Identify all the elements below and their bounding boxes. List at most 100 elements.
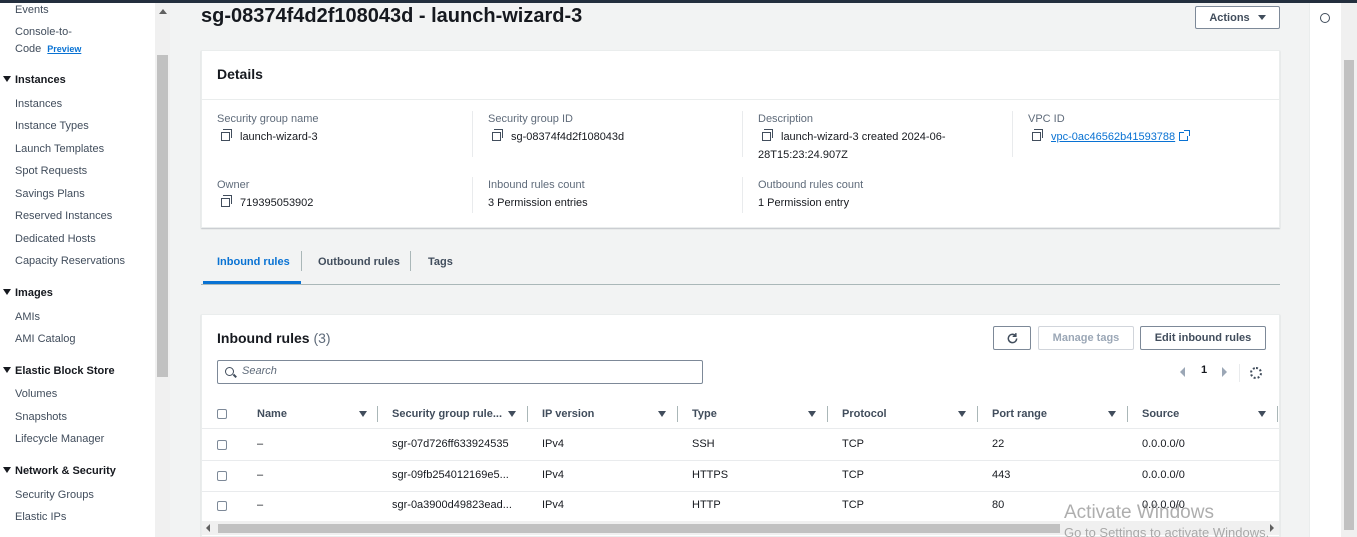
details-title: Details <box>217 66 263 82</box>
column-separator <box>1012 111 1013 157</box>
sg-id-value: sg-08374f4d2f108043d <box>492 129 624 143</box>
settings-gear-icon[interactable] <box>1250 367 1262 379</box>
copy-icon[interactable] <box>221 129 232 141</box>
sidebar-item-savings-plans[interactable]: Savings Plans <box>15 188 85 200</box>
table-header: Name Security group rule... IP version T… <box>202 399 1279 429</box>
sort-caret-down-icon[interactable] <box>958 411 966 417</box>
column-resizer[interactable] <box>1127 406 1128 422</box>
select-all-checkbox[interactable] <box>217 409 227 419</box>
column-separator <box>472 111 473 157</box>
sidebar-nav: Events Console-to- Code Preview Instances… <box>0 3 170 537</box>
column-header-protocol[interactable]: Protocol <box>842 408 887 420</box>
sidebar-item-lifecycle-manager[interactable]: Lifecycle Manager <box>15 433 104 445</box>
sidebar-item-label: Code <box>15 43 42 55</box>
copy-icon[interactable] <box>221 195 232 207</box>
sidebar-item-spot-requests[interactable]: Spot Requests <box>15 165 87 177</box>
sidebar-section-network-security[interactable]: Network & Security <box>3 465 116 477</box>
sort-caret-down-icon[interactable] <box>1258 411 1266 417</box>
column-resizer[interactable] <box>527 406 528 422</box>
sidebar-item-events[interactable]: Events <box>15 4 49 16</box>
sidebar-scrollbar[interactable] <box>155 3 170 537</box>
scroll-up-icon[interactable] <box>159 9 167 14</box>
tab-tags[interactable]: Tags <box>428 256 453 268</box>
sidebar-scroll-thumb[interactable] <box>157 55 168 377</box>
sidebar-item-instances[interactable]: Instances <box>15 98 62 110</box>
cell-protocol: TCP <box>842 438 864 450</box>
sidebar-item-dedicated-hosts[interactable]: Dedicated Hosts <box>15 233 96 245</box>
copy-icon[interactable] <box>1032 129 1043 141</box>
edit-inbound-rules-button[interactable]: Edit inbound rules <box>1140 326 1266 350</box>
sidebar-section-images[interactable]: Images <box>3 287 53 299</box>
sidebar-item-ami-catalog[interactable]: AMI Catalog <box>15 333 76 345</box>
copy-icon[interactable] <box>492 129 503 141</box>
column-separator <box>472 177 473 213</box>
owner-text: 719395053902 <box>240 197 314 209</box>
sidebar-item-volumes[interactable]: Volumes <box>15 388 57 400</box>
column-header-ip-version[interactable]: IP version <box>542 408 594 420</box>
sidebar-item-elastic-ips[interactable]: Elastic IPs <box>15 511 66 523</box>
search-input[interactable]: Search <box>217 360 703 384</box>
caret-down-icon <box>1257 15 1266 20</box>
page-scroll-thumb[interactable] <box>1344 60 1354 530</box>
page-number[interactable]: 1 <box>1201 364 1207 376</box>
column-resizer[interactable] <box>1277 406 1278 422</box>
sidebar-item-snapshots[interactable]: Snapshots <box>15 411 67 423</box>
sort-caret-down-icon[interactable] <box>658 411 666 417</box>
column-resizer[interactable] <box>677 406 678 422</box>
row-checkbox[interactable] <box>217 471 227 481</box>
search-icon <box>225 367 234 376</box>
previous-page-icon[interactable] <box>1180 367 1185 377</box>
sidebar-item-launch-templates[interactable]: Launch Templates <box>15 143 104 155</box>
tab-outbound-rules[interactable]: Outbound rules <box>318 256 400 268</box>
main-content: sg-08374f4d2f108043d - launch-wizard-3 A… <box>172 3 1309 537</box>
info-panel-icon[interactable] <box>1320 13 1330 23</box>
column-resizer[interactable] <box>977 406 978 422</box>
sidebar-item-security-groups[interactable]: Security Groups <box>15 489 94 501</box>
actions-button[interactable]: Actions <box>1195 6 1280 29</box>
manage-tags-button[interactable]: Manage tags <box>1038 326 1134 350</box>
page-scrollbar[interactable] <box>1341 3 1357 537</box>
sort-caret-down-icon[interactable] <box>808 411 816 417</box>
column-header-type[interactable]: Type <box>692 408 717 420</box>
sidebar-item-amis[interactable]: AMIs <box>15 311 40 323</box>
sidebar-section-instances[interactable]: Instances <box>3 74 66 86</box>
column-resizer[interactable] <box>377 406 378 422</box>
vpc-id-link[interactable]: vpc-0ac46562b41593788 <box>1051 131 1175 143</box>
sort-caret-down-icon[interactable] <box>508 411 516 417</box>
sidebar-item-reserved-instances[interactable]: Reserved Instances <box>15 210 112 222</box>
sidebar-section-label: Instances <box>15 74 66 86</box>
sidebar-section-label: Elastic Block Store <box>15 365 115 377</box>
vpc-id-value: vpc-0ac46562b41593788 <box>1032 129 1191 143</box>
column-header-name[interactable]: Name <box>257 408 287 420</box>
details-panel: Details Security group name launch-wizar… <box>201 50 1280 228</box>
tab-inbound-rules[interactable]: Inbound rules <box>217 256 290 268</box>
refresh-button[interactable] <box>993 326 1031 350</box>
scroll-left-icon[interactable] <box>206 524 210 532</box>
table-row[interactable]: – sgr-07d726ff633924535 IPv4 SSH TCP 22 … <box>202 430 1279 460</box>
sidebar-item-console-to-code[interactable]: Console-to- <box>15 26 72 38</box>
cell-port-range: 80 <box>992 499 1005 511</box>
cell-ip-version: IPv4 <box>542 438 565 450</box>
table-scroll-thumb[interactable] <box>218 524 1060 533</box>
preview-badge[interactable]: Preview <box>47 44 81 54</box>
column-resizer[interactable] <box>827 406 828 422</box>
column-header-port-range[interactable]: Port range <box>992 408 1047 420</box>
sidebar-item-console-to-code-2[interactable]: Code Preview <box>15 43 81 55</box>
sort-caret-down-icon[interactable] <box>359 411 367 417</box>
next-page-icon[interactable] <box>1222 367 1227 377</box>
table-row[interactable]: – sgr-09fb254012169e5... IPv4 HTTPS TCP … <box>202 461 1279 491</box>
inbound-count-value: 3 Permission entries <box>488 197 588 209</box>
sidebar-section-ebs[interactable]: Elastic Block Store <box>3 365 115 377</box>
scroll-right-icon[interactable] <box>1270 524 1274 532</box>
sg-id-label: Security group ID <box>488 113 573 125</box>
column-header-rule-id[interactable]: Security group rule... <box>392 408 502 420</box>
cell-protocol: TCP <box>842 499 864 511</box>
copy-icon[interactable] <box>762 129 773 141</box>
sidebar-item-instance-types[interactable]: Instance Types <box>15 120 89 132</box>
row-checkbox[interactable] <box>217 501 227 511</box>
inbound-rules-title: Inbound rules (3) <box>217 330 331 346</box>
sidebar-item-capacity-reservations[interactable]: Capacity Reservations <box>15 255 125 267</box>
sort-caret-down-icon[interactable] <box>1108 411 1116 417</box>
column-header-source[interactable]: Source <box>1142 408 1179 420</box>
row-checkbox[interactable] <box>217 440 227 450</box>
